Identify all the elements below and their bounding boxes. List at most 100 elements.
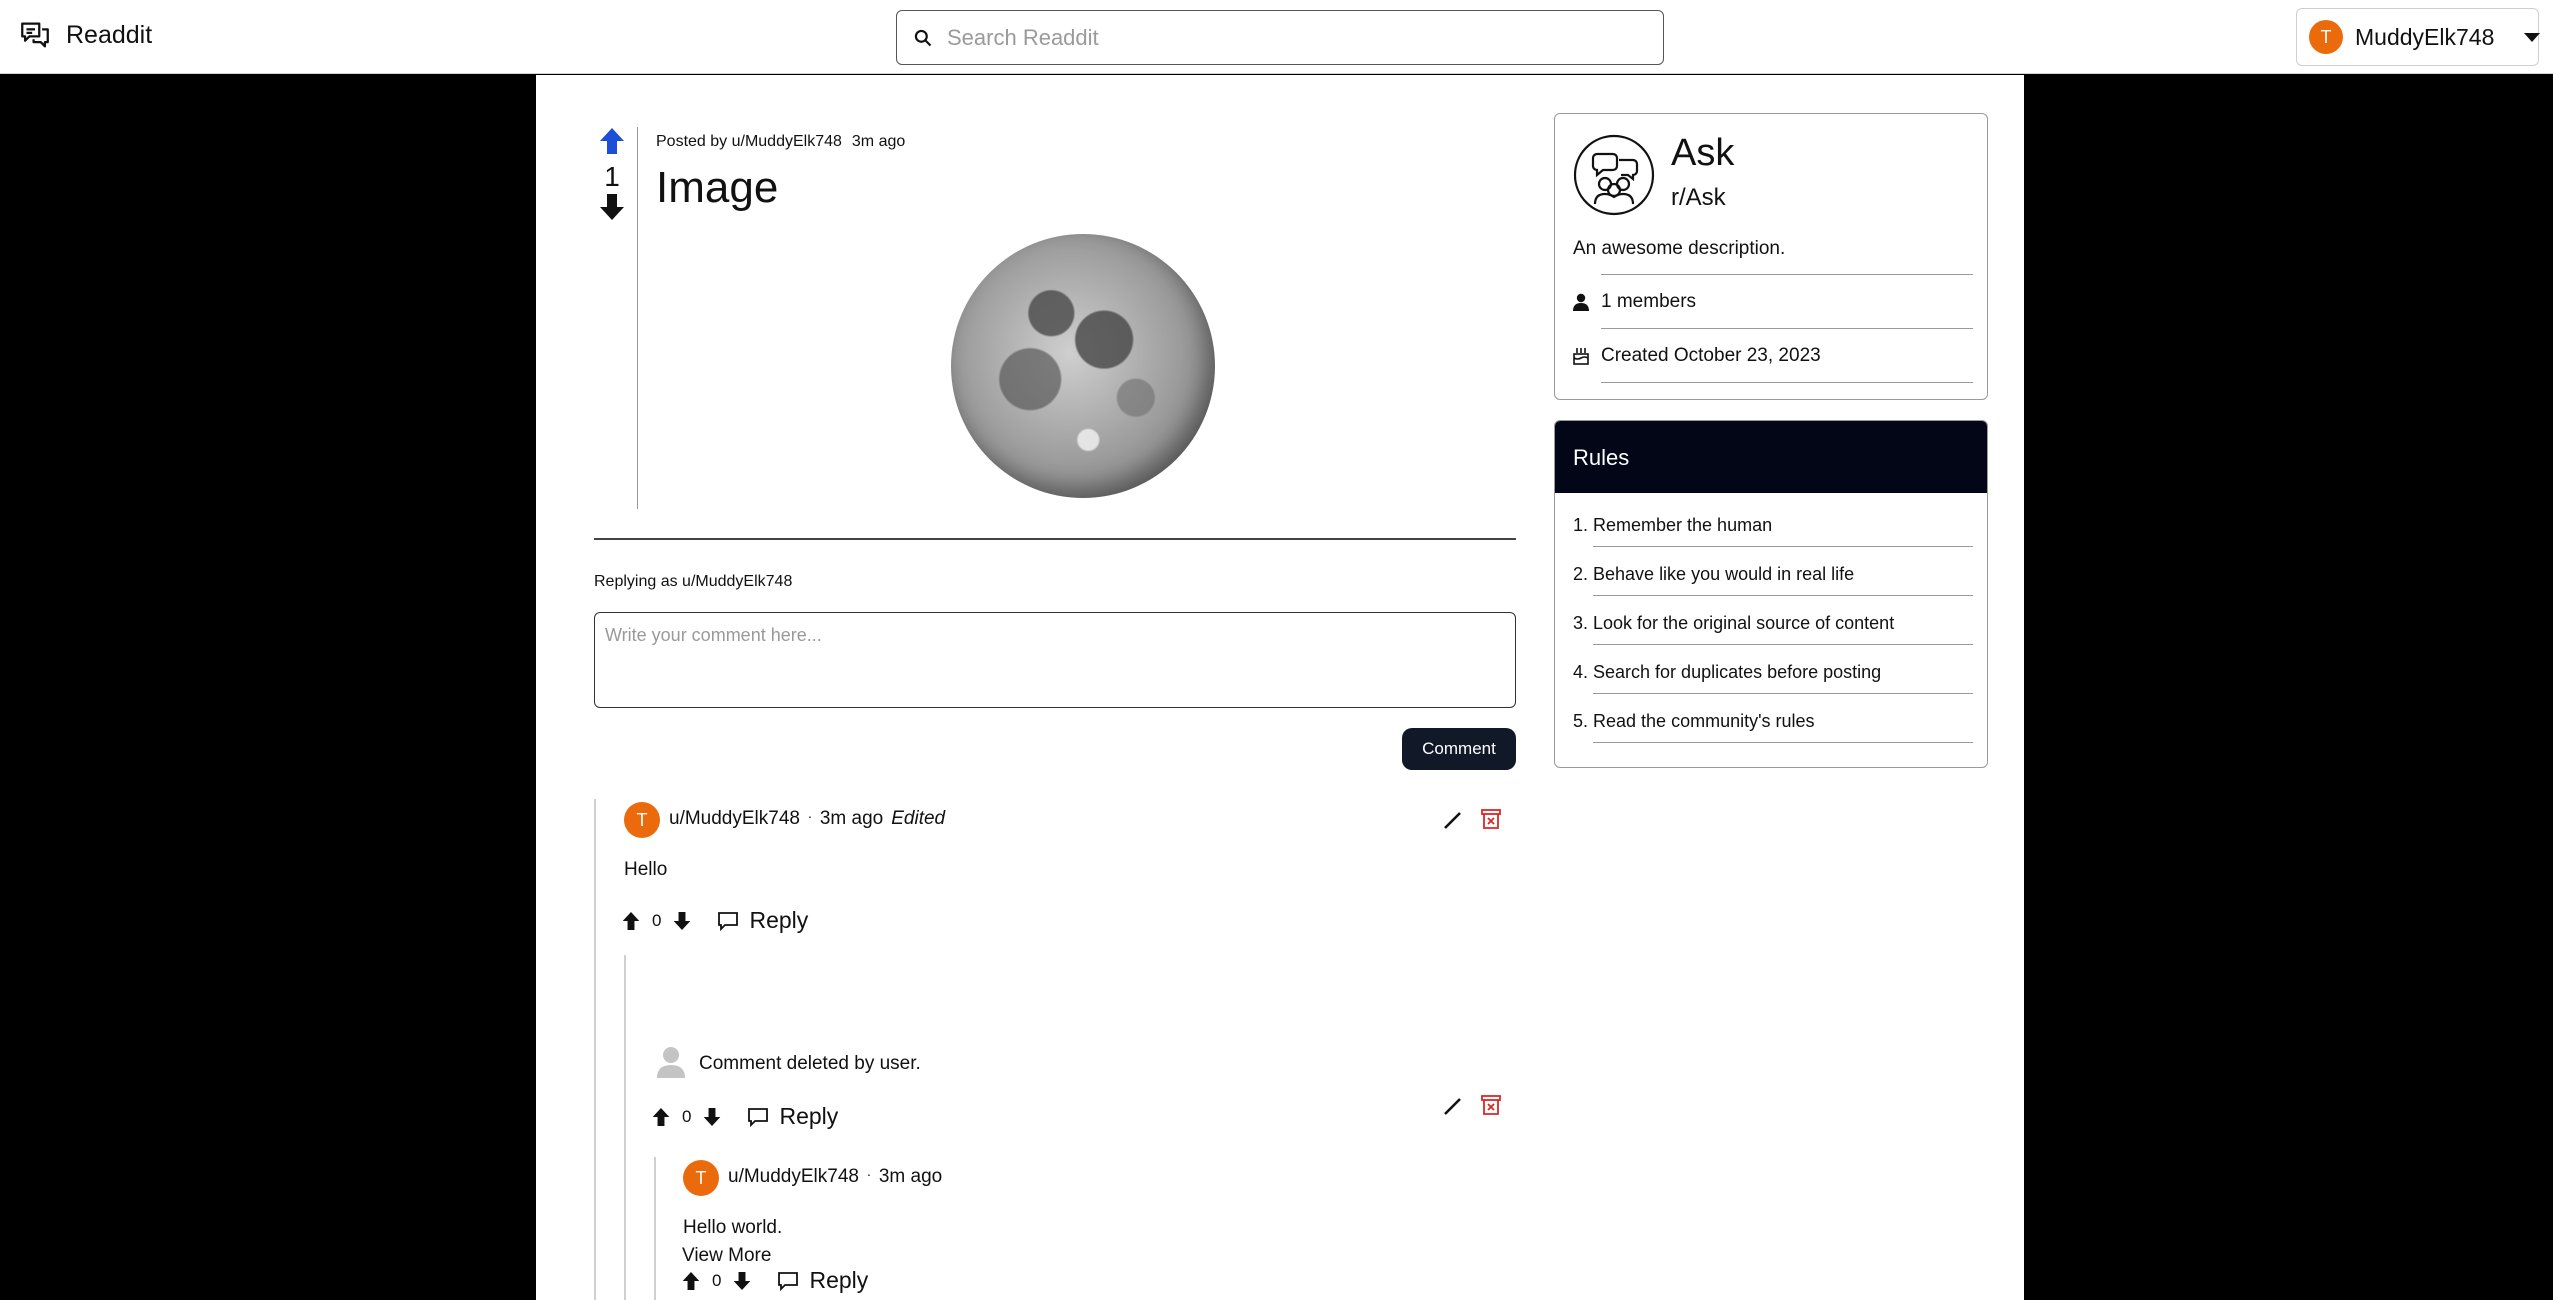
rules-card: Rules 1. Remember the human 2. Behave li…: [1554, 420, 1988, 768]
divider: [1601, 382, 1973, 383]
rules-title: Rules: [1555, 421, 1987, 493]
post-meta: Posted by u/MuddyElk748 3m ago: [656, 133, 905, 151]
reply-button[interactable]: Reply: [777, 1267, 868, 1294]
downvote-arrow-icon[interactable]: [733, 1271, 751, 1291]
community-about-card: Ask r/Ask An awesome description. 1 memb…: [1554, 113, 1988, 400]
search-bar[interactable]: [896, 10, 1664, 65]
community-description: An awesome description.: [1573, 238, 1786, 259]
comment-author[interactable]: u/MuddyElk748: [669, 808, 800, 830]
edit-comment-button[interactable]: [1442, 809, 1464, 834]
trash-icon: [1481, 1095, 1501, 1115]
thread-line: [654, 1157, 656, 1300]
post-vote-column: 1: [592, 127, 632, 221]
divider: [1601, 274, 1973, 275]
comment-vote-count: 0: [652, 910, 662, 930]
deleted-comment-text: Comment deleted by user.: [699, 1053, 921, 1074]
community-name: Ask: [1671, 132, 1735, 174]
comment-avatar: T: [683, 1160, 719, 1196]
comment-actions: 0 Reply: [652, 1103, 838, 1130]
comment-submit-button[interactable]: Comment: [1402, 728, 1516, 770]
thread-line: [594, 799, 596, 1300]
separator-dot: .: [866, 1163, 871, 1179]
downvote-arrow-icon[interactable]: [673, 911, 691, 931]
comment-bubble-icon: [748, 1107, 769, 1127]
pencil-icon: [1444, 1098, 1461, 1115]
reply-label: Reply: [809, 1267, 869, 1293]
rule-item: 2. Behave like you would in real life: [1573, 564, 1855, 584]
comment-time: 3m ago: [878, 1166, 943, 1187]
user-avatar: T: [2309, 20, 2343, 54]
downvote-arrow-icon[interactable]: [703, 1107, 721, 1127]
reply-label: Reply: [749, 907, 809, 933]
comment-author[interactable]: u/MuddyElk748: [728, 1166, 859, 1188]
thread-line: [624, 955, 626, 1300]
comment-body: Hello world.: [683, 1217, 783, 1238]
post-separator: [594, 538, 1516, 540]
comment-time: 3m ago: [819, 808, 884, 829]
search-icon: [914, 29, 932, 46]
comment-vote-count: 0: [712, 1270, 722, 1290]
rule-item: 1. Remember the human: [1573, 515, 1773, 535]
comment-header: u/MuddyElk748 . 3m ago Edited: [669, 805, 946, 830]
comment-actions: 0 Reply: [622, 907, 808, 934]
trash-icon: [1481, 809, 1501, 829]
username: MuddyElk748: [2355, 23, 2495, 50]
chevron-down-icon: [2524, 32, 2541, 42]
post-title: Image: [656, 163, 779, 212]
created-row: Created October 23, 2023: [1573, 345, 1821, 367]
delete-comment-button[interactable]: [1480, 807, 1502, 834]
comment-bubble-icon: [778, 1271, 799, 1291]
top-navbar: Readdit T MuddyElk748: [0, 0, 2553, 74]
edited-label: Edited: [891, 808, 946, 829]
divider: [1593, 742, 1973, 743]
rule-item: 4. Search for duplicates before posting: [1573, 662, 1882, 682]
divider: [1593, 595, 1973, 596]
separator-dot: .: [807, 805, 812, 821]
post-image: [951, 234, 1215, 498]
divider: [1593, 693, 1973, 694]
brand-link[interactable]: Readdit: [18, 18, 152, 52]
community-slug: r/Ask: [1671, 184, 1726, 211]
upvote-arrow-icon[interactable]: [599, 127, 625, 155]
comment-textarea[interactable]: [594, 612, 1516, 708]
rule-item: 3. Look for the original source of conte…: [1573, 613, 1895, 633]
upvote-arrow-icon[interactable]: [622, 911, 640, 931]
reply-label: Reply: [779, 1103, 839, 1129]
delete-comment-button[interactable]: [1480, 1093, 1502, 1120]
user-icon: [1573, 293, 1589, 311]
comment-body: Hello: [624, 859, 668, 880]
rule-item: 5. Read the community's rules: [1573, 711, 1815, 731]
brand-name: Readdit: [66, 20, 153, 49]
downvote-arrow-icon[interactable]: [599, 193, 625, 221]
chat-bubbles-icon: [21, 22, 49, 48]
cake-icon: [1573, 348, 1589, 365]
comment-header: u/MuddyElk748 . 3m ago: [728, 1163, 943, 1188]
divider: [1593, 644, 1973, 645]
upvote-arrow-icon[interactable]: [682, 1271, 700, 1291]
divider: [1601, 328, 1973, 329]
post-time: 3m ago: [851, 133, 906, 150]
post-author[interactable]: Posted by u/MuddyElk748: [656, 133, 842, 151]
deleted-user-icon: [657, 1047, 685, 1078]
reply-button[interactable]: Reply: [747, 1103, 838, 1130]
members-count: 1 members: [1601, 291, 1697, 312]
comment-actions: 0 Reply: [682, 1267, 868, 1294]
edit-comment-button[interactable]: [1442, 1095, 1464, 1120]
comment-vote-count: 0: [682, 1106, 692, 1126]
post-vote-count: 1: [604, 161, 620, 192]
community-group-icon: [1573, 134, 1655, 216]
main-content: 1 Posted by u/MuddyElk748 3m ago Image R…: [536, 75, 2024, 1300]
post-divider: [637, 127, 638, 509]
reply-button[interactable]: Reply: [717, 907, 808, 934]
upvote-arrow-icon[interactable]: [652, 1107, 670, 1127]
view-more-button[interactable]: View More: [682, 1245, 771, 1267]
replying-as-label: Replying as u/MuddyElk748: [594, 573, 793, 590]
search-input[interactable]: [947, 24, 1627, 51]
created-date: Created October 23, 2023: [1601, 345, 1821, 366]
comment-avatar: T: [624, 802, 660, 838]
comment-bubble-icon: [718, 911, 739, 931]
divider: [1593, 546, 1973, 547]
members-row: 1 members: [1573, 291, 1696, 313]
user-menu-button[interactable]: T MuddyElk748: [2296, 8, 2541, 66]
pencil-icon: [1444, 812, 1461, 829]
